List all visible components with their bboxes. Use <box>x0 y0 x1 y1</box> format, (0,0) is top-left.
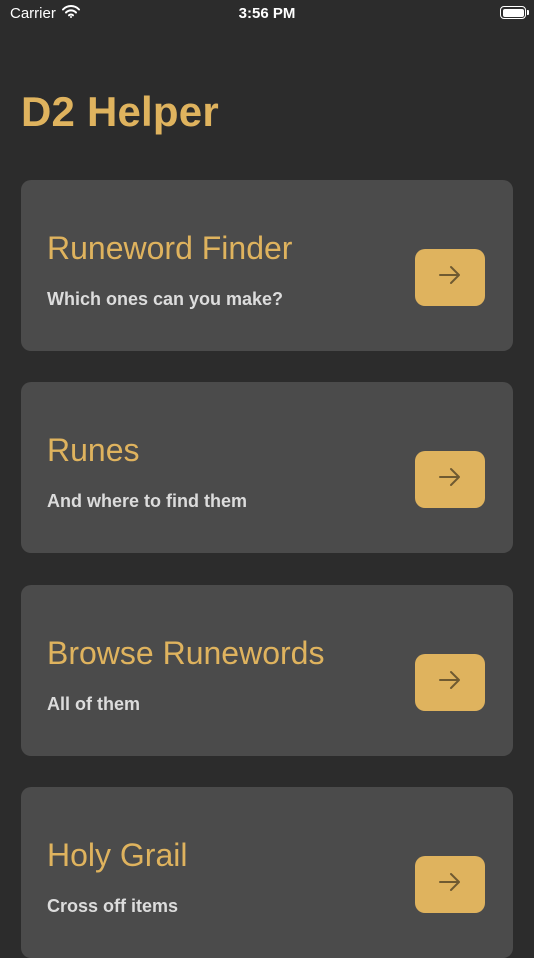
open-runes-button[interactable] <box>415 451 485 508</box>
open-browse-runewords-button[interactable] <box>415 654 485 711</box>
card-subtitle: All of them <box>47 694 140 714</box>
status-time: 3:56 PM <box>238 5 296 22</box>
arrow-right-icon <box>438 872 462 897</box>
card-browse-runewords[interactable]: Browse Runewords All of them <box>21 585 513 756</box>
card-subtitle: And where to find them <box>47 491 247 511</box>
arrow-right-icon <box>438 670 462 695</box>
card-runes[interactable]: Runes And where to find them <box>21 382 513 553</box>
open-holy-grail-button[interactable] <box>415 856 485 913</box>
card-title: Runeword Finder <box>47 230 293 266</box>
status-bar: Carrier 3:56 PM <box>0 0 534 30</box>
card-runeword-finder[interactable]: Runeword Finder Which ones can you make? <box>21 180 513 351</box>
card-subtitle: Cross off items <box>47 896 179 916</box>
card-title: Runes <box>47 432 140 468</box>
arrow-right-icon <box>438 265 462 290</box>
card-subtitle: Which ones can you make? <box>47 289 284 309</box>
open-runeword-finder-button[interactable] <box>415 249 485 306</box>
page-title: D2 Helper <box>21 88 219 135</box>
battery-icon <box>500 6 529 19</box>
status-right <box>500 6 529 19</box>
arrow-right-icon <box>438 467 462 492</box>
card-title: Holy Grail <box>47 837 188 873</box>
card-holy-grail[interactable]: Holy Grail Cross off items <box>21 787 513 958</box>
card-title: Browse Runewords <box>47 635 325 671</box>
